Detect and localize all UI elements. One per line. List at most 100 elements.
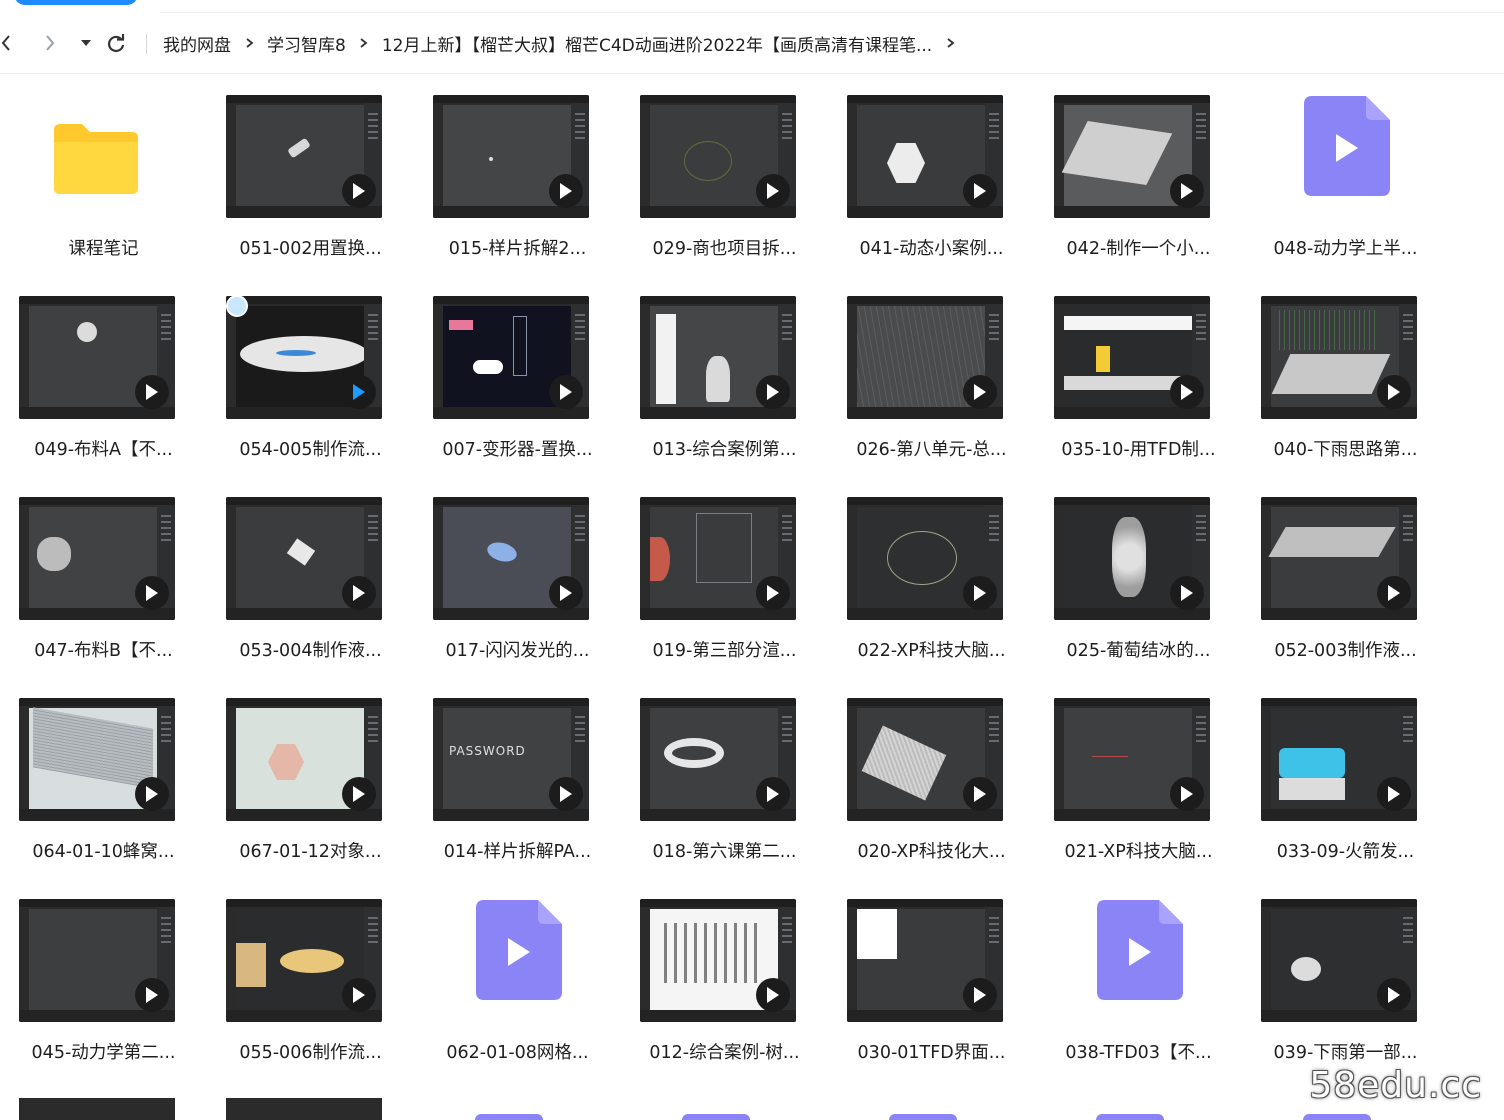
file-item[interactable]: PASSWORD 014-样片拆解PA... (414, 677, 621, 878)
video-file-icon-partial[interactable] (682, 1114, 750, 1120)
video-thumbnail (847, 95, 1003, 218)
file-name: 045-动力学第二... (31, 1043, 176, 1063)
file-name: 014-样片拆解PA... (443, 842, 592, 862)
play-icon (1377, 576, 1411, 610)
video-thumbnail (226, 296, 382, 419)
file-name: 064-01-10蜂窝... (32, 842, 175, 862)
file-item[interactable]: 049-布料A【不... (0, 275, 207, 476)
file-name: 029-商也项目拆... (652, 239, 797, 259)
forward-icon[interactable] (38, 30, 62, 56)
file-item[interactable]: 053-004制作液... (207, 476, 414, 677)
play-icon (549, 375, 583, 409)
thumb-toolbar (19, 497, 175, 505)
file-item[interactable]: 019-第三部分渲... (621, 476, 828, 677)
video-thumbnail (1261, 899, 1417, 1022)
thumb-toolbar (640, 899, 796, 907)
file-name: 018-第六课第二... (652, 842, 797, 862)
play-icon (963, 777, 997, 811)
file-item[interactable]: 013-综合案例第... (621, 275, 828, 476)
file-item[interactable]: 015-样片拆解2... (414, 74, 621, 275)
file-item[interactable]: 064-01-10蜂窝... (0, 677, 207, 878)
thumb-toolbar (847, 698, 1003, 706)
file-name: 053-004制作液... (239, 641, 382, 661)
file-item[interactable]: 039-下雨第一部... (1242, 878, 1449, 1079)
file-name: 课程笔记 (68, 239, 139, 259)
video-thumbnail (19, 698, 175, 821)
file-name: 054-005制作流... (239, 440, 382, 460)
file-item[interactable]: 040-下雨思路第... (1242, 275, 1449, 476)
video-thumbnail (433, 497, 589, 620)
file-item[interactable]: 062-01-08网格... (414, 878, 621, 1079)
file-name: 047-布料B【不... (34, 641, 173, 661)
folder-item[interactable]: 课程笔记 (0, 74, 207, 275)
thumb-toolbar (226, 296, 382, 304)
history-dropdown-icon[interactable] (76, 30, 96, 56)
file-name: 033-09-火箭发... (1276, 842, 1415, 862)
video-thumbnail (1261, 296, 1417, 419)
file-item[interactable]: 041-动态小案例... (828, 74, 1035, 275)
file-item[interactable]: 030-01TFD界面... (828, 878, 1035, 1079)
play-icon (1170, 375, 1204, 409)
file-item[interactable]: 067-01-12对象... (207, 677, 414, 878)
thumb-toolbar (1261, 899, 1417, 907)
file-item[interactable]: 017-闪闪发光的... (414, 476, 621, 677)
video-thumbnail (640, 497, 796, 620)
thumb-toolbar (226, 95, 382, 103)
file-name: 026-第八单元-总... (856, 440, 1007, 460)
thumb-toolbar (640, 296, 796, 304)
file-item[interactable]: 047-布料B【不... (0, 476, 207, 677)
file-thumbnail-partial[interactable] (226, 1098, 382, 1120)
file-item[interactable]: 021-XP科技大脑... (1035, 677, 1242, 878)
play-icon (342, 375, 376, 409)
file-name: 021-XP科技大脑... (1064, 842, 1213, 862)
video-file-icon-partial[interactable] (889, 1114, 957, 1120)
file-item[interactable]: 051-002用置换... (207, 74, 414, 275)
select-circle-icon[interactable] (226, 295, 248, 317)
play-icon (1170, 174, 1204, 208)
chevron-right-icon[interactable] (932, 35, 968, 51)
file-name: 041-动态小案例... (859, 239, 1004, 259)
file-item[interactable]: 035-10-用TFD制... (1035, 275, 1242, 476)
refresh-icon[interactable] (104, 30, 128, 56)
file-thumbnail-partial[interactable] (19, 1098, 175, 1120)
file-item[interactable]: 048-动力学上半... (1242, 74, 1449, 275)
file-item[interactable]: 045-动力学第二... (0, 878, 207, 1079)
file-item[interactable]: 018-第六课第二... (621, 677, 828, 878)
file-item[interactable]: 038-TFD03【不... (1035, 878, 1242, 1079)
file-item[interactable]: 007-变形器-置换... (414, 275, 621, 476)
upload-button-edge[interactable] (14, 0, 138, 5)
video-file-icon-partial[interactable] (1303, 1114, 1371, 1120)
file-item[interactable]: 020-XP科技化大... (828, 677, 1035, 878)
file-item[interactable]: 026-第八单元-总... (828, 275, 1035, 476)
file-name: 048-动力学上半... (1273, 239, 1418, 259)
file-item[interactable]: 052-003制作液... (1242, 476, 1449, 677)
back-icon[interactable] (0, 30, 16, 56)
thumb-toolbar (226, 698, 382, 706)
thumb-toolbar (1054, 497, 1210, 505)
file-item[interactable]: 042-制作一个小... (1035, 74, 1242, 275)
file-item[interactable]: 029-商也项目拆... (621, 74, 828, 275)
file-item[interactable]: 033-09-火箭发... (1242, 677, 1449, 878)
file-item[interactable]: 055-006制作流... (207, 878, 414, 1079)
video-thumbnail (19, 899, 175, 1022)
play-icon (1170, 777, 1204, 811)
file-name: 020-XP科技化大... (857, 842, 1006, 862)
thumb-toolbar (433, 698, 589, 706)
play-icon (1377, 777, 1411, 811)
breadcrumb-item[interactable]: 学习智库8 (267, 31, 346, 56)
video-thumbnail (847, 497, 1003, 620)
thumb-toolbar (19, 698, 175, 706)
play-icon (756, 174, 790, 208)
file-name: 030-01TFD界面... (857, 1043, 1006, 1063)
breadcrumb-item[interactable]: 我的网盘 (163, 31, 231, 56)
video-file-icon-partial[interactable] (1096, 1114, 1164, 1120)
video-thumbnail (640, 698, 796, 821)
file-item[interactable]: 012-综合案例-树... (621, 878, 828, 1079)
file-item[interactable]: 022-XP科技大脑... (828, 476, 1035, 677)
navigation-bar: 我的网盘 学习智库8 12月上新】【榴芒大叔】榴芒C4D动画进阶2022年【画质… (0, 20, 1504, 66)
video-file-icon-partial[interactable] (475, 1114, 543, 1120)
video-thumbnail (847, 296, 1003, 419)
breadcrumb-item[interactable]: 12月上新】【榴芒大叔】榴芒C4D动画进阶2022年【画质高清有课程笔... (382, 31, 932, 56)
video-thumbnail (433, 95, 589, 218)
file-item[interactable]: 025-葡萄结冰的... (1035, 476, 1242, 677)
